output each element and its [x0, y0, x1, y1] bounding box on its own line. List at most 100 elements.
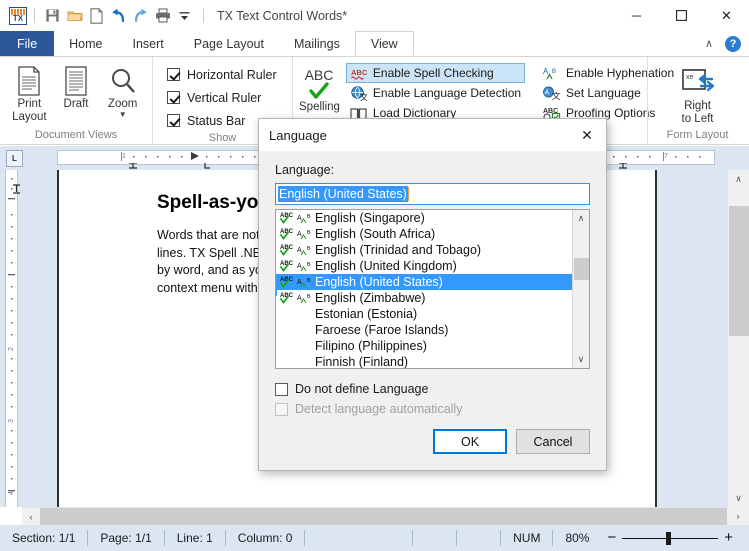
maximize-button[interactable] [659, 0, 704, 31]
language-listbox[interactable]: ABC AB English (Singapore) ABC AB Englis… [275, 209, 590, 369]
status-num-lock: NUM [501, 530, 553, 546]
list-item-label: Estonian (Estonia) [315, 307, 417, 321]
spell-check-available-icon: ABC [279, 211, 296, 225]
zoom-out-button[interactable]: − [601, 532, 622, 544]
minimize-button[interactable]: ─ [614, 0, 659, 31]
text-caret [408, 187, 409, 201]
language-dialog[interactable]: Language ✕ Language: English (United Sta… [258, 118, 607, 471]
dialog-title: Language [269, 128, 327, 143]
svg-text:A: A [297, 215, 302, 222]
zoom-button[interactable]: Zoom ▼ [99, 61, 146, 119]
print-layout-button[interactable]: Print Layout [6, 61, 53, 124]
tab-home[interactable]: Home [54, 31, 117, 56]
scroll-up-button[interactable]: ∧ [728, 170, 749, 188]
svg-text:B: B [307, 294, 311, 300]
checkbox-vertical-ruler-box[interactable] [167, 91, 180, 104]
language-field-label: Language: [275, 163, 590, 177]
listbox-scroll-up-button[interactable]: ∧ [573, 210, 589, 227]
draft-button[interactable]: Draft [53, 61, 100, 111]
title-divider [203, 8, 204, 23]
svg-text:A: A [297, 247, 302, 254]
list-item[interactable]: ABC AB English (Trinidad and Tobago) [276, 242, 572, 258]
list-item[interactable]: Filipino (Philippines) [276, 338, 572, 354]
redo-icon[interactable] [130, 5, 151, 26]
dialog-close-button[interactable]: ✕ [568, 119, 606, 151]
spelling-button[interactable]: ABC Spelling [299, 62, 340, 114]
zoom-slider-track[interactable] [622, 538, 718, 539]
language-input[interactable]: English (United States) [275, 183, 590, 205]
tab-view[interactable]: View [355, 31, 414, 56]
status-zoom-percent: 80% [553, 530, 601, 546]
tab-insert[interactable]: Insert [118, 31, 179, 56]
vertical-scrollbar[interactable]: ∧ ∨ [727, 170, 749, 507]
listbox-scrollbar[interactable]: ∧ ∨ [572, 210, 589, 368]
checkbox-detect-language-automatically-box [275, 403, 288, 416]
undo-icon[interactable] [108, 5, 129, 26]
ok-button[interactable]: OK [433, 429, 507, 454]
document-views-buttons: Print Layout Draft Zoom ▼ [0, 57, 152, 129]
hyphenation-available-icon: AB [296, 244, 315, 256]
scroll-left-button[interactable]: ‹ [22, 508, 40, 525]
window-title: TX Text Control Words* [217, 9, 347, 23]
list-item[interactable]: ABC AB English (United Kingdom) [276, 258, 572, 274]
list-item[interactable]: Faroese (Faroe Islands) [276, 322, 572, 338]
new-document-icon[interactable] [86, 5, 107, 26]
checkbox-do-not-define-language[interactable]: Do not define Language [275, 382, 590, 396]
zoom-slider[interactable]: − + [601, 532, 749, 544]
list-item[interactable]: ABC AB English (Singapore) [276, 210, 572, 226]
checkbox-status-bar-box[interactable] [167, 114, 180, 127]
spell-check-available-icon: ABC [279, 243, 296, 257]
svg-text:A: A [543, 67, 549, 76]
save-icon[interactable] [42, 5, 63, 26]
right-to-left-button[interactable]: xe Right to Left [670, 63, 726, 126]
dialog-body: Language: English (United States) ABC AB… [259, 151, 606, 416]
customize-qat-dropdown-icon[interactable] [174, 5, 195, 26]
list-item-label: Faroese (Faroe Islands) [315, 323, 448, 337]
vertical-ruler[interactable]: 2 3 4 [0, 170, 22, 507]
ribbon-tabs-right: ∧ ? [705, 31, 749, 56]
tab-mailings[interactable]: Mailings [279, 31, 355, 56]
tab-stop-selector[interactable]: L [6, 150, 23, 167]
enable-language-detection-button[interactable]: 文 Enable Language Detection [346, 83, 525, 103]
checkbox-status-bar-label: Status Bar [187, 114, 245, 128]
print-icon[interactable] [152, 5, 173, 26]
list-item[interactable]: ABC AB English (Zimbabwe) [276, 290, 572, 306]
ribbon-group-form-layout: xe Right to Left Form Layout [647, 57, 747, 144]
zoom-dropdown-icon[interactable]: ▼ [119, 111, 127, 119]
list-item[interactable]: Estonian (Estonia) [276, 306, 572, 322]
checkbox-horizontal-ruler[interactable]: Horizontal Ruler [167, 63, 277, 86]
enable-spell-checking-button[interactable]: ABC Enable Spell Checking [346, 63, 525, 83]
list-item-label: English (United Kingdom) [315, 259, 457, 273]
open-folder-icon[interactable] [64, 5, 85, 26]
tab-file[interactable]: File [0, 31, 54, 56]
close-button[interactable]: ✕ [704, 0, 749, 31]
svg-text:B: B [552, 69, 556, 75]
collapse-ribbon-icon[interactable]: ∧ [705, 37, 713, 50]
list-item[interactable]: ABC AB English (South Africa) [276, 226, 572, 242]
scroll-down-button[interactable]: ∨ [728, 489, 749, 507]
zoom-in-button[interactable]: + [718, 532, 739, 544]
spell-check-available-icon: ABC [279, 275, 296, 289]
scroll-right-button[interactable]: › [727, 507, 749, 525]
dialog-title-bar: Language ✕ [259, 119, 606, 151]
hyphenation-icon: AB [543, 67, 561, 80]
listbox-scrollbar-thumb[interactable] [574, 258, 589, 280]
list-item-selected[interactable]: ABC AB English (United States) [276, 274, 572, 290]
checkbox-horizontal-ruler-box[interactable] [167, 68, 180, 81]
help-icon[interactable]: ? [725, 36, 741, 52]
zoom-slider-thumb[interactable] [666, 532, 671, 545]
checkbox-do-not-define-language-box[interactable] [275, 383, 288, 396]
vertical-ruler-track[interactable]: 2 3 4 [5, 170, 18, 507]
spelling-label: Spelling [299, 101, 340, 114]
checkbox-status-bar[interactable]: Status Bar [167, 109, 245, 132]
checkbox-vertical-ruler[interactable]: Vertical Ruler [167, 86, 261, 109]
status-bar: Section: 1/1 Page: 1/1 Line: 1 Column: 0… [0, 525, 749, 551]
svg-text:A: A [545, 90, 550, 97]
tab-page-layout[interactable]: Page Layout [179, 31, 279, 56]
cancel-button[interactable]: Cancel [516, 429, 590, 454]
list-item-label: Filipino (Philippines) [315, 339, 427, 353]
listbox-scroll-down-button[interactable]: ∨ [573, 351, 589, 368]
list-item[interactable]: Finnish (Finland) [276, 354, 572, 369]
horizontal-scrollbar[interactable]: ‹ [22, 507, 727, 525]
vertical-scrollbar-thumb[interactable] [729, 206, 749, 336]
